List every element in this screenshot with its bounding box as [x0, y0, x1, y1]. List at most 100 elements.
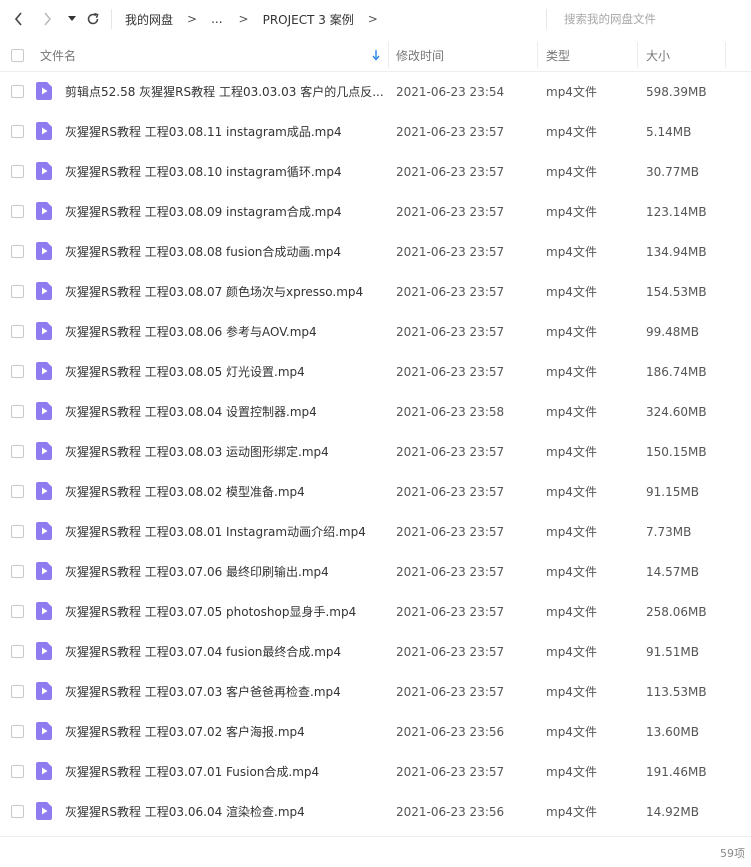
row-checkbox[interactable] [11, 805, 24, 818]
row-checkbox[interactable] [11, 645, 24, 658]
row-checkbox[interactable] [11, 525, 24, 538]
row-checkbox[interactable] [11, 85, 24, 98]
file-name: 灰猩猩RS教程 工程03.07.05 photoshop显身手.mp4 [65, 605, 357, 619]
video-file-icon [36, 602, 52, 620]
column-divider[interactable] [388, 42, 389, 68]
file-size: 91.15MB [646, 485, 699, 499]
sort-descending-icon[interactable] [371, 49, 381, 61]
file-modified-time: 2021-06-23 23:57 [396, 325, 505, 339]
video-file-icon [36, 202, 52, 220]
file-name: 灰猩猩RS教程 工程03.06.04 渲染检查.mp4 [65, 805, 305, 819]
file-row[interactable]: 灰猩猩RS教程 工程03.08.10 instagram循环.mp4 2021-0… [0, 152, 751, 192]
file-size: 186.74MB [646, 365, 707, 379]
file-list-header: 文件名 修改时间 类型 大小 [0, 38, 751, 72]
file-size: 191.46MB [646, 765, 707, 779]
row-checkbox[interactable] [11, 165, 24, 178]
file-name: 灰猩猩RS教程 工程03.08.09 instagram合成.mp4 [65, 205, 342, 219]
file-row[interactable]: 灰猩猩RS教程 工程03.07.03 客户爸爸再检查.mp4 2021-06-23… [0, 672, 751, 712]
file-name: 灰猩猩RS教程 工程03.07.01 Fusion合成.mp4 [65, 765, 320, 779]
file-row[interactable]: 灰猩猩RS教程 工程03.08.06 参考与AOV.mp4 2021-06-23 … [0, 312, 751, 352]
file-row[interactable]: 灰猩猩RS教程 工程03.07.05 photoshop显身手.mp4 2021-… [0, 592, 751, 632]
row-checkbox[interactable] [11, 565, 24, 578]
video-file-icon [36, 442, 52, 460]
row-checkbox[interactable] [11, 285, 24, 298]
file-row[interactable]: 灰猩猩RS教程 工程03.08.01 Instagram动画介绍.mp4 2021… [0, 512, 751, 552]
file-name: 灰猩猩RS教程 工程03.08.02 模型准备.mp4 [65, 485, 305, 499]
file-row[interactable]: 灰猩猩RS教程 工程03.07.01 Fusion合成.mp4 2021-06-2… [0, 752, 751, 792]
column-divider[interactable] [637, 42, 638, 68]
file-size: 324.60MB [646, 405, 707, 419]
row-checkbox[interactable] [11, 765, 24, 778]
breadcrumb-item-ellipsis[interactable]: ... [211, 12, 222, 26]
row-checkbox[interactable] [11, 325, 24, 338]
file-row[interactable]: 灰猩猩RS教程 工程03.07.06 最终印刷输出.mp4 2021-06-23 … [0, 552, 751, 592]
refresh-icon [87, 12, 99, 25]
file-row[interactable]: 灰猩猩RS教程 工程03.07.02 客户海报.mp4 2021-06-23 23… [0, 712, 751, 752]
file-modified-time: 2021-06-23 23:57 [396, 645, 505, 659]
video-file-icon [36, 522, 52, 540]
file-row[interactable]: 灰猩猩RS教程 工程03.08.09 instagram合成.mp4 2021-0… [0, 192, 751, 232]
row-checkbox[interactable] [11, 605, 24, 618]
file-size: 7.73MB [646, 525, 692, 539]
video-file-icon [36, 682, 52, 700]
select-all-checkbox[interactable] [11, 48, 24, 62]
forward-button[interactable] [35, 7, 59, 31]
file-row[interactable]: 灰猩猩RS教程 工程03.08.04 设置控制器.mp4 2021-06-23 2… [0, 392, 751, 432]
file-type: mp4文件 [546, 485, 597, 499]
back-button[interactable] [7, 7, 31, 31]
file-type: mp4文件 [546, 325, 597, 339]
file-name: 灰猩猩RS教程 工程03.08.03 运动图形绑定.mp4 [65, 445, 329, 459]
file-size: 150.15MB [646, 445, 707, 459]
file-type: mp4文件 [546, 605, 597, 619]
breadcrumb-item-root[interactable]: 我的网盘 [125, 11, 173, 28]
file-type: mp4文件 [546, 205, 597, 219]
row-checkbox[interactable] [11, 405, 24, 418]
row-checkbox[interactable] [11, 685, 24, 698]
row-checkbox[interactable] [11, 485, 24, 498]
file-row[interactable]: 灰猩猩RS教程 工程03.08.08 fusion合成动画.mp4 2021-06… [0, 232, 751, 272]
file-name: 剪辑点52.58 灰猩猩RS教程 工程03.03.03 客户的几点反... [65, 85, 384, 99]
file-modified-time: 2021-06-23 23:57 [396, 245, 505, 259]
column-header-type[interactable]: 类型 [546, 38, 570, 72]
search-input[interactable] [564, 12, 714, 26]
file-row[interactable]: 灰猩猩RS教程 工程03.08.07 颜色场次与xpresso.mp4 2021-… [0, 272, 751, 312]
chevron-right-icon [44, 12, 52, 26]
row-checkbox[interactable] [11, 725, 24, 738]
row-checkbox[interactable] [11, 125, 24, 138]
row-checkbox[interactable] [11, 445, 24, 458]
row-checkbox[interactable] [11, 245, 24, 258]
file-row[interactable]: 灰猩猩RS教程 工程03.08.11 instagram成品.mp4 2021-0… [0, 112, 751, 152]
history-dropdown-button[interactable] [63, 7, 81, 31]
file-row[interactable]: 灰猩猩RS教程 工程03.07.04 fusion最终合成.mp4 2021-06… [0, 632, 751, 672]
file-size: 14.57MB [646, 565, 699, 579]
item-count: 59项 [720, 847, 745, 860]
file-row[interactable]: 灰猩猩RS教程 工程03.06.04 渲染检查.mp4 2021-06-23 23… [0, 792, 751, 832]
file-type: mp4文件 [546, 125, 597, 139]
row-checkbox[interactable] [11, 205, 24, 218]
file-modified-time: 2021-06-23 23:54 [396, 85, 505, 99]
column-divider[interactable] [537, 42, 538, 68]
column-header-size[interactable]: 大小 [646, 38, 670, 72]
file-type: mp4文件 [546, 765, 597, 779]
file-modified-time: 2021-06-23 23:57 [396, 165, 505, 179]
file-type: mp4文件 [546, 165, 597, 179]
row-checkbox[interactable] [11, 365, 24, 378]
column-header-modified[interactable]: 修改时间 [396, 38, 444, 72]
breadcrumb-item-current[interactable]: PROJECT 3 案例 [263, 11, 354, 28]
file-type: mp4文件 [546, 365, 597, 379]
file-row[interactable]: 剪辑点52.58 灰猩猩RS教程 工程03.03.03 客户的几点反... 202… [0, 72, 751, 112]
file-type: mp4文件 [546, 685, 597, 699]
file-type: mp4文件 [546, 725, 597, 739]
toolbar: 我的网盘 > ... > PROJECT 3 案例 > [0, 0, 751, 38]
breadcrumb-separator: > [367, 12, 378, 26]
file-row[interactable]: 灰猩猩RS教程 工程03.08.05 灯光设置.mp4 2021-06-23 23… [0, 352, 751, 392]
file-size: 13.60MB [646, 725, 699, 739]
file-row[interactable]: 灰猩猩RS教程 工程03.08.03 运动图形绑定.mp4 2021-06-23 … [0, 432, 751, 472]
refresh-button[interactable] [81, 7, 105, 31]
column-header-name[interactable]: 文件名 [40, 38, 76, 72]
file-modified-time: 2021-06-23 23:57 [396, 125, 505, 139]
column-divider[interactable] [725, 42, 726, 68]
video-file-icon [36, 362, 52, 380]
file-row[interactable]: 灰猩猩RS教程 工程03.08.02 模型准备.mp4 2021-06-23 23… [0, 472, 751, 512]
breadcrumb: 我的网盘 > ... > PROJECT 3 案例 > [125, 0, 392, 38]
